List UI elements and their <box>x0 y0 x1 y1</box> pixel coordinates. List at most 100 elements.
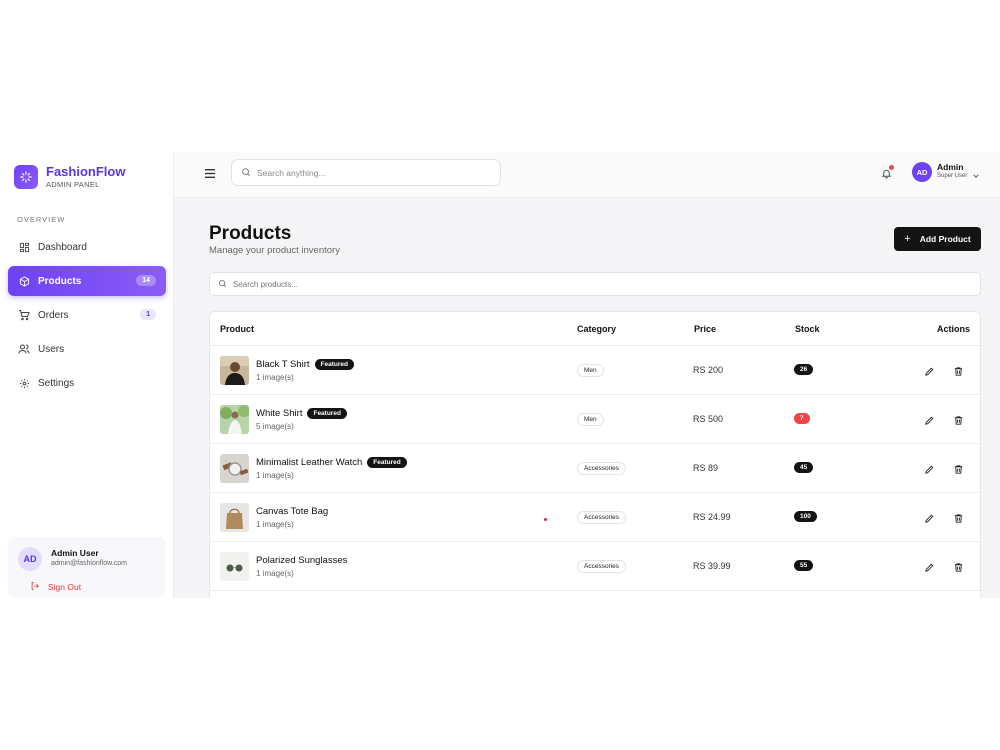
notification-bell-icon[interactable] <box>881 165 894 179</box>
column-header-actions: Actions <box>937 324 971 334</box>
avatar: AD <box>18 547 42 571</box>
global-search-input[interactable] <box>257 167 487 178</box>
image-count: 1 image(s) <box>256 373 294 382</box>
featured-badge: Featured <box>314 359 354 370</box>
stock-badge: 100 <box>794 511 817 522</box>
price: RS 200 <box>693 365 724 375</box>
stock-badge: 45 <box>794 462 814 473</box>
users-icon <box>18 343 30 355</box>
user-name: Admin User <box>51 548 99 558</box>
trash-icon[interactable] <box>953 413 964 425</box>
product-name: Minimalist Leather Watch <box>256 457 363 468</box>
sidebar-item-label: Users <box>38 343 65 355</box>
pencil-icon[interactable] <box>924 560 935 572</box>
top-header: AD Admin Super User <box>174 152 1000 198</box>
sidebar-user-card: AD Admin User admin@fashionflow.com Sign… <box>8 537 166 597</box>
product-search-input[interactable] <box>233 279 933 289</box>
product-name: White Shirt <box>256 408 303 419</box>
product-thumbnail <box>220 552 249 581</box>
image-count: 1 image(s) <box>256 471 294 480</box>
trash-icon[interactable] <box>953 560 964 572</box>
price: RS 39.99 <box>693 561 731 571</box>
user-email: admin@fashionflow.com <box>51 560 127 567</box>
column-header-product: Product <box>220 324 255 334</box>
stock-badge: 26 <box>794 364 814 375</box>
image-count: 1 image(s) <box>256 520 294 529</box>
table-row[interactable]: White Shirt Featured 5 image(s) Men RS 5… <box>210 395 980 444</box>
product-name: Polarized Sunglasses <box>256 555 348 566</box>
logout-icon <box>30 581 40 593</box>
menu-icon[interactable] <box>204 167 216 179</box>
brand[interactable]: FashionFlow ADMIN PANEL <box>14 164 125 189</box>
stock-badge: 55 <box>794 560 814 571</box>
nav-section-label: OVERVIEW <box>17 215 66 224</box>
sign-out-label: Sign Out <box>48 582 82 592</box>
count-badge: 14 <box>136 275 156 286</box>
product-search[interactable] <box>209 272 981 296</box>
brand-name: FashionFlow <box>46 164 126 179</box>
pencil-icon[interactable] <box>924 364 935 376</box>
price: RS 24.99 <box>693 512 731 522</box>
page-subtitle: Manage your product inventory <box>209 245 340 256</box>
cart-icon <box>18 309 30 321</box>
column-header-stock: Stock <box>795 324 820 334</box>
sidebar-item-settings[interactable]: Settings <box>8 368 166 398</box>
avatar[interactable]: AD <box>912 162 932 182</box>
trash-icon[interactable] <box>953 511 964 523</box>
add-product-button[interactable]: + Add Product <box>894 227 981 251</box>
image-count: 5 image(s) <box>256 422 294 431</box>
column-header-category: Category <box>577 324 617 334</box>
sidebar-item-dashboard[interactable]: Dashboard <box>8 232 166 262</box>
sidebar-item-label: Settings <box>38 377 75 389</box>
count-badge: 1 <box>140 309 156 320</box>
sidebar-item-products[interactable]: Products 14 <box>8 266 166 296</box>
product-name: Black T Shirt <box>256 359 310 370</box>
pencil-icon[interactable] <box>924 511 935 523</box>
box-icon <box>18 275 30 287</box>
stock-badge: 7 <box>794 413 810 424</box>
brand-subtitle: ADMIN PANEL <box>46 180 100 189</box>
search-icon <box>218 275 227 293</box>
global-search[interactable] <box>231 159 501 186</box>
sparkle-logo-icon <box>14 164 38 189</box>
pencil-icon[interactable] <box>924 413 935 425</box>
product-thumbnail <box>220 356 249 385</box>
trash-icon[interactable] <box>953 462 964 474</box>
sidebar-item-label: Orders <box>38 309 69 321</box>
table-row[interactable]: Canvas Tote Bag 1 image(s) Accessories R… <box>210 493 980 542</box>
header-user-role: Super User <box>937 173 968 179</box>
chevron-down-icon[interactable] <box>972 167 980 178</box>
product-thumbnail <box>220 454 249 483</box>
header-user-name[interactable]: Admin <box>937 162 963 172</box>
price: RS 89 <box>693 463 719 473</box>
search-icon <box>241 164 251 182</box>
gear-icon <box>18 377 30 389</box>
notification-dot <box>889 165 894 170</box>
page-title: Products <box>209 223 292 244</box>
trash-icon[interactable] <box>953 364 964 376</box>
table-row[interactable]: Polarized Sunglasses 1 image(s) Accessor… <box>210 542 980 591</box>
plus-icon: + <box>904 233 911 245</box>
table-row[interactable]: Minimalist Leather Watch Featured 1 imag… <box>210 444 980 493</box>
sidebar-item-users[interactable]: Users <box>8 334 166 364</box>
category-badge: Accessories <box>577 511 627 524</box>
product-thumbnail <box>220 405 249 434</box>
app-window: FashionFlow ADMIN PANEL OVERVIEW Dashboa… <box>0 152 1000 598</box>
sidebar-item-orders[interactable]: Orders 1 <box>8 300 166 330</box>
sign-out-button[interactable]: Sign Out <box>30 581 81 593</box>
main-content: Products Manage your product inventory +… <box>174 198 1000 598</box>
table-row[interactable]: Black T Shirt Featured 1 image(s) Men RS… <box>210 346 980 395</box>
add-product-label: Add Product <box>919 234 971 244</box>
sidebar-item-label: Dashboard <box>38 241 87 253</box>
sidebar: FashionFlow ADMIN PANEL OVERVIEW Dashboa… <box>0 152 174 598</box>
category-badge: Men <box>577 413 604 426</box>
image-count: 1 image(s) <box>256 569 294 578</box>
category-badge: Accessories <box>577 462 627 475</box>
pencil-icon[interactable] <box>924 462 935 474</box>
column-header-price: Price <box>694 324 717 334</box>
featured-badge: Featured <box>367 457 407 468</box>
category-badge: Men <box>577 364 604 377</box>
featured-badge: Featured <box>307 408 347 419</box>
table-header: Product Category Price Stock Actions <box>210 312 980 346</box>
price: RS 500 <box>693 414 724 424</box>
